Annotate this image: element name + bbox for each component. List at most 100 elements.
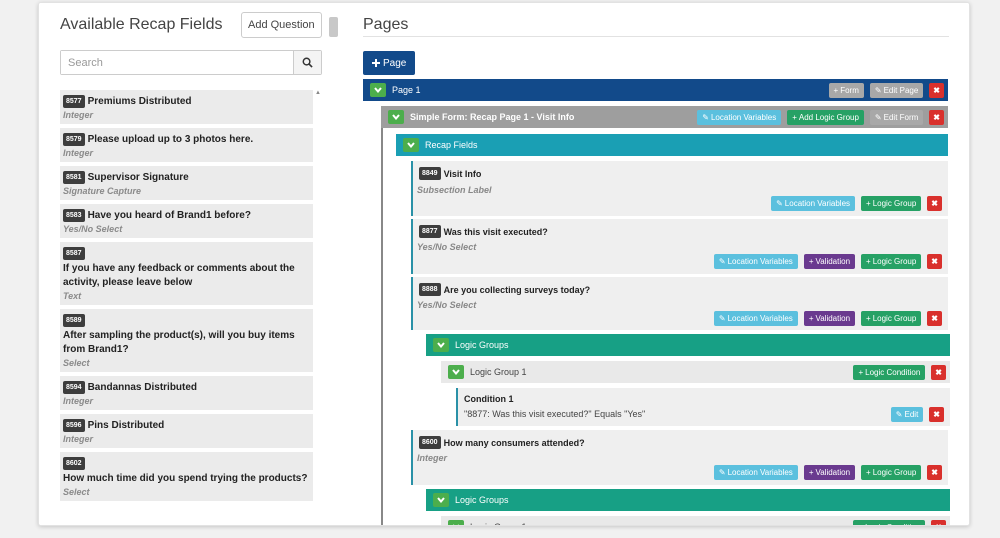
plus-icon: + xyxy=(866,314,871,323)
field-id-badge: 8583 xyxy=(63,209,85,222)
list-item[interactable]: 8594 Bandannas Distributed Integer xyxy=(60,376,313,410)
recap-field-item: 8600 How many consumers attended? Integer… xyxy=(411,430,948,485)
page-bar: Page 1 + Form ✎ Edit Page ✖ xyxy=(363,79,948,101)
logic-group-button[interactable]: + Logic Group xyxy=(861,311,922,326)
location-variables-button[interactable]: ✎ Location Variables xyxy=(713,465,798,480)
plus-icon: + xyxy=(792,112,797,122)
chevron-down-icon[interactable] xyxy=(448,520,464,525)
close-icon[interactable]: ✖ xyxy=(927,254,942,269)
chevron-down-icon[interactable] xyxy=(370,83,386,97)
field-id-badge: 8877 xyxy=(419,225,441,238)
add-form-button[interactable]: + Form xyxy=(828,82,864,98)
panel-scrollbar[interactable] xyxy=(329,17,338,37)
chevron-down-icon[interactable] xyxy=(403,138,419,152)
location-variables-button[interactable]: ✎ Location Variables xyxy=(713,311,798,326)
location-variables-button[interactable]: ✎ Location Variables xyxy=(771,196,856,211)
field-type: Select xyxy=(63,358,90,368)
plus-icon xyxy=(372,59,380,67)
edit-form-button[interactable]: ✎ Edit Form xyxy=(869,109,924,125)
list-item[interactable]: 8579 Please upload up to 3 photos here. I… xyxy=(60,128,313,162)
field-type: Integer xyxy=(63,396,94,406)
logic-groups-title: Logic Groups xyxy=(455,340,509,350)
list-item[interactable]: 8596 Pins Distributed Integer xyxy=(60,414,313,448)
validation-button[interactable]: + Validation xyxy=(803,465,856,480)
list-item[interactable]: 8581 Supervisor Signature Signature Captu… xyxy=(60,166,313,200)
field-title: How many consumers attended? xyxy=(443,437,585,448)
close-icon[interactable]: ✖ xyxy=(929,407,944,422)
pages-title: Pages xyxy=(363,16,409,33)
plus-icon: + xyxy=(866,257,871,266)
edit-page-label: Edit Page xyxy=(883,85,919,95)
validation-label: Validation xyxy=(815,257,851,266)
field-type: Text xyxy=(63,291,82,301)
field-label: Supervisor Signature xyxy=(87,172,189,183)
logic-group-label: Logic Group xyxy=(872,257,917,266)
plus-icon: + xyxy=(808,468,814,477)
close-icon[interactable]: ✖ xyxy=(931,364,946,380)
list-item[interactable]: 8589 After sampling the product(s), will… xyxy=(60,309,313,372)
list-item[interactable]: 8587 If you have any feedback or comment… xyxy=(60,242,313,305)
scroll-up-icon[interactable]: ▲ xyxy=(315,90,321,96)
page-title: Page 1 xyxy=(392,85,421,95)
search-icon xyxy=(302,57,313,68)
chevron-down-icon[interactable] xyxy=(433,493,449,507)
close-icon[interactable]: ✖ xyxy=(929,109,944,125)
edit-page-button[interactable]: ✎ Edit Page xyxy=(869,82,924,98)
close-icon[interactable]: ✖ xyxy=(931,519,946,525)
edit-icon: ✎ xyxy=(874,112,882,122)
pages-panel: Pages Page Page 1 + Form ✎ Edit Page ✖ Sim… xyxy=(342,3,969,525)
add-logic-group-button[interactable]: + Add Logic Group xyxy=(787,109,864,125)
location-variables-label: Location Variables xyxy=(727,257,793,266)
title-divider xyxy=(363,36,949,37)
logic-condition-button[interactable]: +Logic Condition xyxy=(853,519,926,525)
available-fields-panel: Available Recap Fields Add Question 8577… xyxy=(39,3,342,525)
logic-group-label: Logic Group xyxy=(872,199,917,208)
field-type: Yes/No Select xyxy=(63,224,123,234)
field-label: Pins Distributed xyxy=(87,420,165,431)
form-title: Simple Form: Recap Page 1 - Visit Info xyxy=(410,112,575,122)
logic-group-button[interactable]: + Logic Group xyxy=(861,465,922,480)
list-item[interactable]: 8602 How much time did you spend trying … xyxy=(60,452,313,501)
logic-groups-bar: Logic Groups xyxy=(426,334,950,356)
logic-group-button[interactable]: + Logic Group xyxy=(861,254,922,269)
field-type: Integer xyxy=(63,110,94,120)
search-button[interactable] xyxy=(293,51,321,74)
logic-group-button[interactable]: + Logic Group xyxy=(861,196,922,211)
location-variables-button[interactable]: ✎ Location Variables xyxy=(697,109,782,125)
edit-condition-button[interactable]: ✎ Edit xyxy=(890,407,924,422)
logic-group-bar: Logic Group 1 +Logic Condition ✖ xyxy=(441,361,950,383)
field-id-badge: 8600 xyxy=(419,436,441,449)
chevron-down-icon[interactable] xyxy=(433,338,449,352)
validation-button[interactable]: + Validation xyxy=(803,311,856,326)
list-item[interactable]: 8583 Have you heard of Brand1 before? Yes… xyxy=(60,204,313,238)
field-id-badge: 8581 xyxy=(63,171,85,184)
field-label: Please upload up to 3 photos here. xyxy=(87,134,254,145)
list-item[interactable]: 8577 Premiums Distributed Integer xyxy=(60,90,313,124)
chevron-down-icon[interactable] xyxy=(448,365,464,379)
field-type: Signature Capture xyxy=(63,186,142,196)
close-icon[interactable]: ✖ xyxy=(927,196,942,211)
fields-list: 8577 Premiums Distributed Integer 8579 Ple… xyxy=(60,90,313,525)
condition-title: Condition 1 xyxy=(464,394,514,404)
add-page-button[interactable]: Page xyxy=(363,51,416,75)
edit-icon: ✎ xyxy=(718,257,726,266)
validation-button[interactable]: + Validation xyxy=(803,254,856,269)
location-variables-label: Location Variables xyxy=(710,112,777,122)
fields-scrollbar[interactable]: ▲ xyxy=(313,90,323,525)
field-label: Premiums Distributed xyxy=(87,96,192,107)
location-variables-button[interactable]: ✎ Location Variables xyxy=(713,254,798,269)
logic-groups-bar: Logic Groups xyxy=(426,489,950,511)
edit-icon: ✎ xyxy=(702,112,709,122)
location-variables-label: Location Variables xyxy=(784,199,851,208)
add-question-button[interactable]: Add Question xyxy=(241,12,322,38)
field-label: After sampling the product(s), will you … xyxy=(63,330,295,355)
close-icon[interactable]: ✖ xyxy=(927,311,942,326)
close-icon[interactable]: ✖ xyxy=(929,82,944,98)
field-type: Integer xyxy=(63,434,94,444)
chevron-down-icon[interactable] xyxy=(388,110,404,124)
edit-form-label: Edit Form xyxy=(883,112,919,122)
close-icon[interactable]: ✖ xyxy=(927,465,942,480)
search-input[interactable] xyxy=(61,51,293,74)
logic-group-label: Logic Group xyxy=(872,468,917,477)
logic-condition-button[interactable]: +Logic Condition xyxy=(853,364,926,380)
